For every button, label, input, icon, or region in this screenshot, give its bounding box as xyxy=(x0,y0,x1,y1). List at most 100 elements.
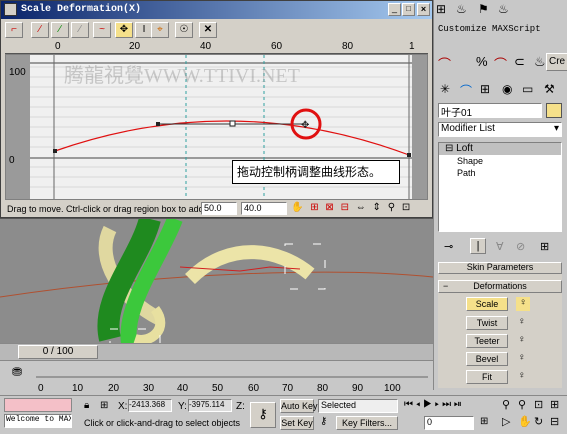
key-mode-icon[interactable]: ⏯ xyxy=(454,399,462,410)
quick-render-icon[interactable]: ♨ xyxy=(498,2,509,16)
frame-slider-thumb[interactable]: 0 / 100 xyxy=(18,345,98,359)
zoom-horizontal-icon[interactable]: ⇔ xyxy=(356,202,366,213)
deform-teeter-button[interactable]: Teeter xyxy=(466,334,508,348)
zoom-vertical-icon[interactable]: ⇕ xyxy=(373,202,381,213)
display-tab-icon[interactable]: ▭ xyxy=(522,82,533,96)
shelf-bend-icon[interactable]: ⌒ xyxy=(494,54,507,73)
curve-editor-icon[interactable]: ⛃ xyxy=(12,365,22,379)
zoom-icon[interactable]: ⚲ xyxy=(388,202,395,213)
absolute-mode-icon[interactable]: ⊞ xyxy=(100,400,108,411)
stack-item-loft[interactable]: ⊟ Loft xyxy=(439,143,561,155)
object-color-swatch[interactable] xyxy=(546,103,562,118)
goto-start-icon[interactable]: ⏮ xyxy=(404,399,413,410)
dialog-titlebar[interactable]: Scale Deformation(X) _ □ × xyxy=(1,1,432,19)
current-frame-field[interactable]: 0 xyxy=(424,416,474,430)
track-bar[interactable]: ⛃ 0 10 20 30 40 50 60 70 80 90 100 xyxy=(0,360,433,395)
goto-end-icon[interactable]: ⏭ xyxy=(442,399,451,410)
teeter-toggle-bulb-icon[interactable]: ♀ xyxy=(518,334,526,345)
next-frame-icon[interactable]: ▸ xyxy=(435,399,440,410)
align-icon[interactable]: ⊞ xyxy=(436,2,446,16)
rollout-skin-parameters[interactable]: Skin Parameters xyxy=(438,262,562,274)
pin-stack-icon[interactable]: ⊸ xyxy=(444,240,453,253)
zoom-extents-all-icon[interactable]: ⊞ xyxy=(550,398,559,411)
scale-toggle-bulb-icon[interactable]: ♀ xyxy=(516,297,530,311)
pan-view-icon[interactable]: ✋ xyxy=(518,415,532,428)
modify-tab-icon[interactable]: ⌒ xyxy=(460,82,472,99)
frame-slider[interactable]: 0 / 100 xyxy=(0,343,433,360)
modifier-list-dropdown[interactable]: Modifier List ▾ xyxy=(438,122,562,137)
zoom-extents-icon[interactable]: ⊞ xyxy=(310,202,318,213)
zoom-all-icon[interactable]: ⚲ xyxy=(518,398,526,411)
deform-scale-button[interactable]: Scale xyxy=(466,297,508,311)
zoom-nav-icon[interactable]: ⚲ xyxy=(502,398,510,411)
remove-modifier-icon[interactable]: ⊘ xyxy=(516,240,525,253)
zoom-region-icon[interactable]: ⊡ xyxy=(402,202,410,213)
delete-control-point-icon[interactable]: ☉ xyxy=(175,22,193,38)
display-x-axis-icon[interactable]: ∕ xyxy=(31,22,49,38)
set-key-button[interactable]: Set Key xyxy=(280,416,314,430)
tab-create[interactable]: Cre xyxy=(546,53,567,71)
key-filter-selected-dropdown[interactable]: Selected xyxy=(318,399,398,413)
twist-toggle-bulb-icon[interactable]: ♀ xyxy=(518,316,526,327)
rollout-deformations[interactable]: − Deformations xyxy=(438,280,562,293)
reset-curve-icon[interactable]: ✕ xyxy=(199,22,217,38)
display-y-axis-icon[interactable]: ∕ xyxy=(51,22,69,38)
shelf-arc-icon[interactable]: ⌒ xyxy=(438,54,451,73)
key-filters-key-icon[interactable]: ⚷ xyxy=(320,416,327,427)
display-xy-axes-icon[interactable]: ∕ xyxy=(71,22,89,38)
stack-item-shape[interactable]: Shape xyxy=(439,155,561,167)
menu-maxscript[interactable]: MAXScript xyxy=(492,24,541,34)
zoom-horizontal-extents-icon[interactable]: ⊠ xyxy=(325,202,333,213)
curve-graph[interactable]: ✥ 100 0 腾龍視覺WWW.TTIVI.NET 拖动控制柄调整曲线形态。 xyxy=(5,54,428,200)
deform-fit-button[interactable]: Fit xyxy=(466,370,508,384)
deform-bevel-button[interactable]: Bevel xyxy=(466,352,508,366)
show-end-result-icon[interactable]: | xyxy=(470,238,486,254)
zoom-extents-nav-icon[interactable]: ⊡ xyxy=(534,398,543,411)
make-symmetrical-icon[interactable]: ⌐ xyxy=(5,22,23,38)
shelf-teapot-icon[interactable]: ♨ xyxy=(534,54,546,70)
motion-tab-icon[interactable]: ◉ xyxy=(502,82,512,96)
deform-twist-button[interactable]: Twist xyxy=(466,316,508,330)
arc-rotate-icon[interactable]: ↻ xyxy=(534,415,543,428)
create-tab-icon[interactable]: ✳ xyxy=(440,82,450,96)
render-icon[interactable]: ⚑ xyxy=(478,2,489,16)
maximize-button[interactable]: □ xyxy=(402,3,415,16)
shelf-percent-icon[interactable]: % xyxy=(476,54,488,69)
y-coord-field[interactable]: -3975.114 xyxy=(188,399,232,412)
fit-toggle-bulb-icon[interactable]: ♀ xyxy=(518,370,526,381)
maxscript-mini-listener[interactable]: Welcome to MAX: xyxy=(4,414,72,428)
maxscript-listener-pink[interactable] xyxy=(4,398,72,412)
object-name-field[interactable]: 叶子01 xyxy=(438,103,542,119)
ruler-tick-80: 80 xyxy=(342,41,354,52)
teapot-icon[interactable]: ♨ xyxy=(456,2,467,16)
maximize-viewport-icon[interactable]: ⊟ xyxy=(550,415,559,428)
modifier-stack[interactable]: ⊟ Loft Shape Path xyxy=(438,142,562,232)
utilities-tab-icon[interactable]: ⚒ xyxy=(544,82,555,96)
play-icon[interactable]: ▶ xyxy=(423,399,432,410)
shelf-tube-icon[interactable]: ⊂ xyxy=(514,54,525,70)
fov-icon[interactable]: ▷ xyxy=(502,415,510,428)
lock-selection-icon[interactable]: 🔒︎ xyxy=(84,400,89,411)
insert-corner-point-icon[interactable]: ⌖ xyxy=(151,22,169,38)
close-button[interactable]: × xyxy=(417,3,430,16)
minimize-button[interactable]: _ xyxy=(388,3,401,16)
bevel-toggle-bulb-icon[interactable]: ♀ xyxy=(518,352,526,363)
configure-modifiers-icon[interactable]: ⊞ xyxy=(540,240,549,253)
set-key-mode-icon[interactable]: ⚷ xyxy=(250,402,276,428)
x-coord-field[interactable]: -2413.368 xyxy=(128,399,172,412)
stack-item-path[interactable]: Path xyxy=(439,167,561,179)
move-control-point-icon[interactable]: ✥ xyxy=(115,22,133,38)
swap-curves-icon[interactable]: ~ xyxy=(93,22,111,38)
zoom-vertical-extents-icon[interactable]: ⊟ xyxy=(341,202,349,213)
hierarchy-tab-icon[interactable]: ⊞ xyxy=(480,82,490,96)
auto-key-button[interactable]: Auto Key xyxy=(280,399,318,413)
point-y-field[interactable]: 40.0 xyxy=(241,202,287,215)
key-filters-button[interactable]: Key Filters... xyxy=(336,416,398,430)
perspective-viewport[interactable]: 0 / 100 xyxy=(0,218,433,361)
menu-customize[interactable]: Customize xyxy=(438,24,487,34)
point-x-field[interactable]: 50.0 xyxy=(201,202,237,215)
time-config-icon[interactable]: ⊞ xyxy=(480,416,488,427)
prev-frame-icon[interactable]: ◂ xyxy=(416,399,421,410)
pan-icon[interactable]: ✋ xyxy=(291,202,303,213)
make-unique-icon[interactable]: ∀ xyxy=(496,240,504,253)
